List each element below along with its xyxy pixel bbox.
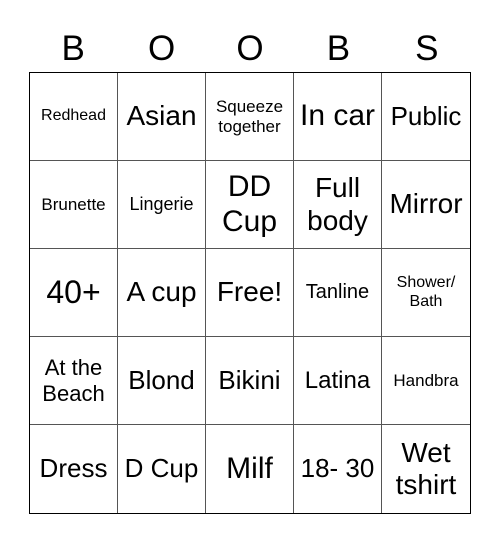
bingo-cell[interactable]: A cup <box>118 249 206 337</box>
bingo-cell[interactable]: Lingerie <box>118 161 206 249</box>
bingo-cell[interactable]: Squeeze together <box>206 73 294 161</box>
bingo-card: Redhead Asian Squeeze together In car Pu… <box>29 72 471 514</box>
bingo-cell[interactable]: In car <box>294 73 382 161</box>
bingo-cell[interactable]: Asian <box>118 73 206 161</box>
bingo-header: B O O B S <box>29 26 471 72</box>
bingo-cell[interactable]: 40+ <box>30 249 118 337</box>
bingo-cell[interactable]: Handbra <box>382 337 470 425</box>
header-letter: B <box>61 29 85 68</box>
bingo-cell[interactable]: Public <box>382 73 470 161</box>
bingo-cell[interactable]: At the Beach <box>30 337 118 425</box>
bingo-cell[interactable]: Brunette <box>30 161 118 249</box>
bingo-cell[interactable]: Tanline <box>294 249 382 337</box>
bingo-cell[interactable]: Dress <box>30 425 118 513</box>
bingo-cell[interactable]: 18- 30 <box>294 425 382 513</box>
bingo-cell[interactable]: Blond <box>118 337 206 425</box>
bingo-cell[interactable]: D Cup <box>118 425 206 513</box>
free-space[interactable]: Free! <box>206 249 294 337</box>
bingo-cell[interactable]: Latina <box>294 337 382 425</box>
header-letter: O <box>147 29 176 68</box>
header-letter: S <box>415 29 439 68</box>
bingo-cell[interactable]: Mirror <box>382 161 470 249</box>
bingo-cell[interactable]: Full body <box>294 161 382 249</box>
bingo-cell[interactable]: Milf <box>206 425 294 513</box>
header-letter: B <box>326 29 351 68</box>
header-letter: O <box>236 29 264 68</box>
bingo-cell[interactable]: Shower/ Bath <box>382 249 470 337</box>
bingo-cell[interactable]: Wet tshirt <box>382 425 470 513</box>
bingo-cell[interactable]: DD Cup <box>206 161 294 249</box>
bingo-cell[interactable]: Redhead <box>30 73 118 161</box>
bingo-cell[interactable]: Bikini <box>206 337 294 425</box>
